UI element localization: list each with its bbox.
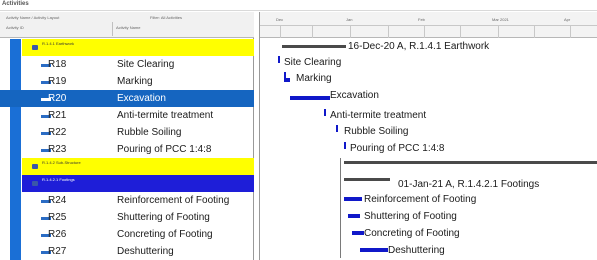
gantt-task-label: Rubble Soiling [344, 126, 409, 137]
wbs-band-earthwork[interactable]: R.1.4.1 Earthwork [22, 39, 254, 56]
task-bar[interactable] [348, 214, 360, 218]
table-row[interactable]: ▬ R18 Site Clearing [0, 56, 254, 73]
summary-label: 16-Dec-20 A, R.1.4.1 Earthwork [348, 41, 490, 52]
wbs-band-sub-structure[interactable]: R.1.4.2 Sub-Structure [22, 158, 254, 175]
timeline-tick [312, 26, 313, 38]
activity-id: R24 [48, 195, 67, 206]
summary-bar-sub-structure[interactable] [344, 161, 597, 164]
timeline-label: Feb [418, 17, 425, 22]
window-title: Activities [2, 1, 29, 7]
wbs-label: R.1.4.2 Sub-Structure [42, 160, 81, 165]
table-row[interactable]: ▬ R27 Deshuttering [0, 243, 254, 260]
table-row-selected[interactable]: ▬ R20 Excavation [0, 90, 254, 107]
timeline-tick [424, 26, 425, 38]
timeline-tick [280, 26, 281, 38]
activity-name: Marking [117, 76, 153, 87]
gantt-task-label: Anti-termite treatment [330, 110, 427, 121]
activity-name: Excavation [117, 93, 166, 104]
layout-caption: Activity Name / Activity Layout [6, 15, 60, 20]
activity-name: Anti-termite treatment [117, 110, 214, 121]
wbs-label: R.1.4.2.1 Footings [42, 177, 75, 182]
timeline-label: Dec [276, 17, 284, 22]
gantt-task-label: Deshuttering [388, 245, 445, 256]
gantt-task-label: Excavation [330, 90, 379, 101]
wbs-folder-icon [32, 164, 38, 169]
task-bar[interactable] [344, 197, 362, 201]
activity-name: Shuttering of Footing [117, 212, 210, 223]
column-header-activity-id[interactable]: Activity ID [6, 25, 24, 30]
wbs-folder-icon [32, 181, 38, 186]
gantt-task-label: Site Clearing [284, 57, 342, 68]
activity-name: Concreting of Footing [117, 229, 213, 240]
task-marker[interactable] [324, 109, 326, 116]
activity-table[interactable]: Activity Name / Activity Layout Filter: … [0, 12, 254, 260]
gantt-task-label: Concreting of Footing [364, 228, 460, 239]
filter-caption: Filter: All Activities [150, 15, 183, 20]
timeline-label: Apr [564, 17, 571, 22]
task-marker[interactable] [344, 142, 346, 149]
timeline-tick [570, 26, 571, 38]
gantt-chart[interactable]: Dec Jan Feb Mar 2021 Apr 16-Dec-20 A, R.… [259, 12, 597, 260]
timeline-tick [534, 26, 535, 38]
window-title-bar: Activities [0, 0, 597, 11]
task-bar[interactable] [352, 231, 364, 235]
activity-name: Deshuttering [117, 246, 174, 257]
table-row[interactable]: ▬ R24 Reinforcement of Footing [0, 192, 254, 209]
summary-bar-earthwork[interactable] [282, 45, 346, 48]
activity-name: Site Clearing [117, 59, 175, 70]
timeline-tick [388, 26, 389, 38]
gantt-task-label: Marking [296, 73, 332, 84]
table-row[interactable]: ▬ R26 Concreting of Footing [0, 226, 254, 243]
activity-id: R19 [48, 76, 67, 87]
activity-id: R26 [48, 229, 67, 240]
column-divider[interactable] [112, 22, 113, 36]
activity-id: R23 [48, 144, 67, 155]
column-header-activity-name[interactable]: Activity Name [116, 25, 140, 30]
wbs-folder-icon [32, 45, 38, 50]
timeline-tick [498, 26, 499, 38]
timeline-label: Jan [346, 17, 353, 22]
task-marker[interactable] [278, 56, 280, 63]
task-marker[interactable] [336, 125, 338, 132]
activity-id: R18 [48, 59, 67, 70]
wbs-band-footings[interactable]: R.1.4.2.1 Footings [22, 175, 254, 192]
activity-name: Rubble Soiling [117, 127, 182, 138]
activity-id: R27 [48, 246, 67, 257]
table-row[interactable]: ▬ R21 Anti-termite treatment [0, 107, 254, 124]
task-bar[interactable] [284, 78, 290, 82]
activity-name: Reinforcement of Footing [117, 195, 230, 206]
table-row[interactable]: ▬ R25 Shuttering of Footing [0, 209, 254, 226]
table-row[interactable]: ▬ R23 Pouring of PCC 1:4:8 [0, 141, 254, 158]
table-row[interactable]: ▬ R22 Rubble Soiling [0, 124, 254, 141]
activity-id: R22 [48, 127, 67, 138]
task-bar[interactable] [360, 248, 388, 252]
timeline-label: Mar 2021 [492, 17, 509, 22]
wbs-label: R.1.4.1 Earthwork [42, 41, 75, 46]
gantt-task-label: Pouring of PCC 1:4:8 [350, 143, 445, 154]
timeline-divider [260, 25, 597, 26]
timeline-tick [350, 26, 351, 38]
summary-label: 01-Jan-21 A, R.1.4.2.1 Footings [398, 179, 540, 190]
dependency-line [340, 158, 341, 258]
timeline-tick [460, 26, 461, 38]
gantt-task-label: Reinforcement of Footing [364, 194, 477, 205]
summary-bar-footings[interactable] [344, 178, 390, 181]
activity-id: R20 [48, 93, 67, 104]
timeline-header: Dec Jan Feb Mar 2021 Apr [260, 12, 597, 38]
activity-id: R25 [48, 212, 67, 223]
activity-id: R21 [48, 110, 67, 121]
activity-name: Pouring of PCC 1:4:8 [117, 144, 212, 155]
table-header: Activity Name / Activity Layout Filter: … [0, 12, 254, 38]
table-row[interactable]: ▬ R19 Marking [0, 73, 254, 90]
task-bar[interactable] [290, 96, 330, 100]
gantt-task-label: Shuttering of Footing [364, 211, 457, 222]
